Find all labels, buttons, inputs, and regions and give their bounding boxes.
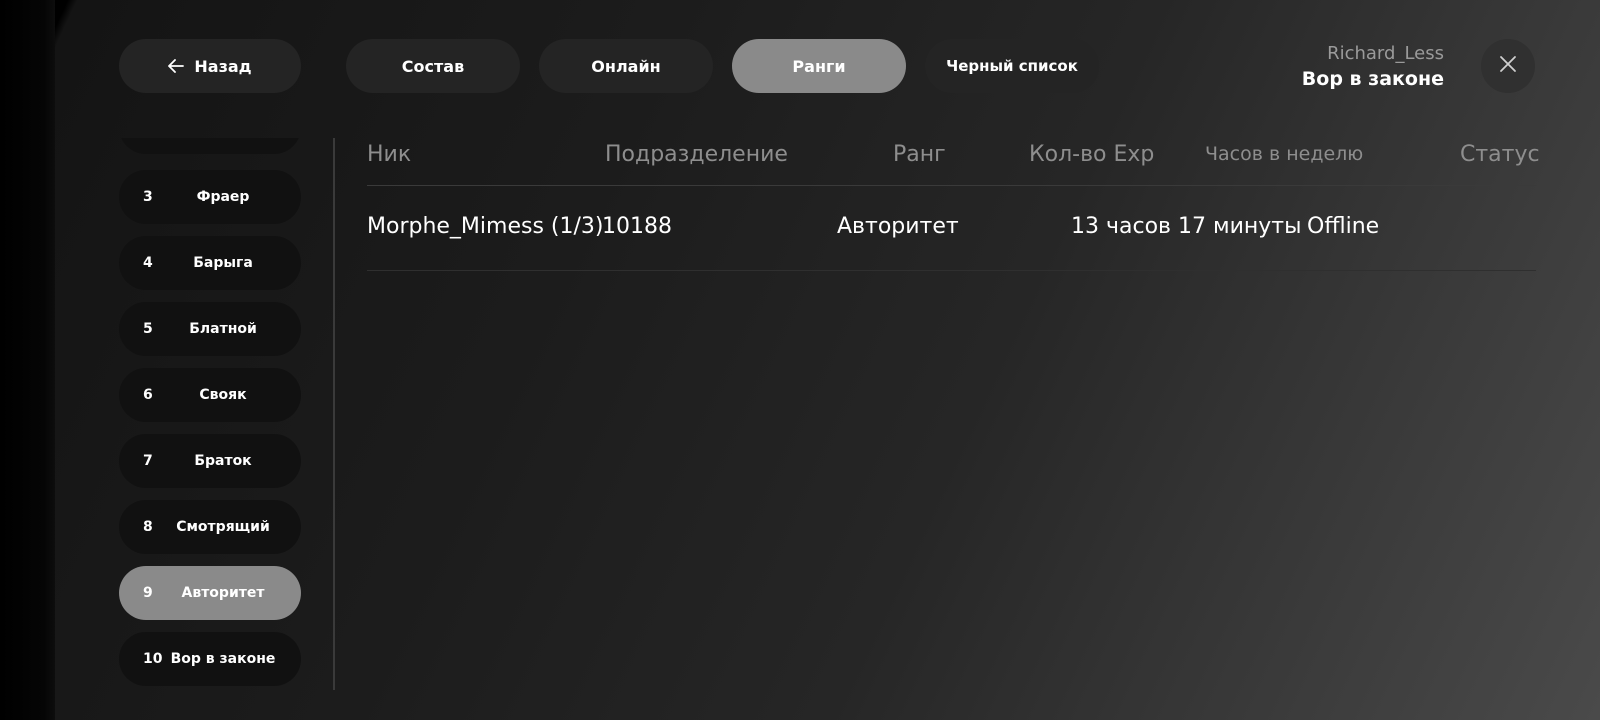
rank-label: Браток bbox=[194, 453, 252, 469]
rank-label: Барыга bbox=[193, 255, 253, 271]
close-button[interactable] bbox=[1481, 39, 1535, 93]
column-header-hours: Часов в неделю bbox=[1205, 143, 1364, 165]
rank-list[interactable]: 3 Фраер 4 Барыга 5 Блатной 6 Свояк 7 Бра… bbox=[119, 138, 301, 690]
rank-label: Смотрящий bbox=[176, 519, 270, 535]
arrow-left-icon bbox=[168, 59, 185, 73]
rank-item-svoyak[interactable]: 6 Свояк bbox=[119, 368, 301, 422]
rank-label: Свояк bbox=[199, 387, 247, 403]
rank-number: 10 bbox=[143, 651, 163, 667]
cell-status: Offline bbox=[1307, 214, 1380, 239]
tab-online[interactable]: Онлайн bbox=[539, 39, 713, 93]
rank-item-smotryashchiy[interactable]: 8 Смотрящий bbox=[119, 500, 301, 554]
rank-number: 4 bbox=[143, 255, 153, 271]
rank-number: 3 bbox=[143, 189, 153, 205]
rank-item-avtoritet[interactable]: 9 Авторитет bbox=[119, 566, 301, 620]
rank-label: Авторитет bbox=[181, 585, 265, 601]
tab-blacklist[interactable]: Черный список bbox=[925, 39, 1099, 93]
cell-hours: 13 часов 17 минуты bbox=[1071, 214, 1302, 239]
members-table: Ник Подразделение Ранг Кол-во Exp Часов … bbox=[367, 138, 1540, 271]
cell-rank: Авторитет bbox=[837, 214, 959, 239]
column-header-rank: Ранг bbox=[893, 142, 946, 167]
column-header-exp: Кол-во Exp bbox=[1029, 142, 1155, 167]
rank-item-bratok[interactable]: 7 Браток bbox=[119, 434, 301, 488]
rank-item-baryga[interactable]: 4 Барыга bbox=[119, 236, 301, 290]
rank-item-fraer[interactable]: 3 Фраер bbox=[119, 170, 301, 224]
table-header: Ник Подразделение Ранг Кол-во Exp Часов … bbox=[367, 138, 1540, 186]
cell-division: 10188 bbox=[602, 214, 672, 239]
sidebar-divider bbox=[333, 138, 335, 690]
user-info: Richard_Less Вор в законе bbox=[1302, 42, 1444, 92]
left-edge bbox=[0, 0, 55, 720]
column-header-status: Статус bbox=[1460, 142, 1540, 167]
table-row[interactable]: Morphe_Mimess (1/3) 10188 Авторитет 13 ч… bbox=[367, 186, 1536, 271]
rank-label: Фраер bbox=[196, 189, 250, 205]
rank-label: Вор в законе bbox=[170, 651, 276, 667]
back-button[interactable]: Назад bbox=[119, 39, 301, 93]
user-rank: Вор в законе bbox=[1301, 68, 1444, 90]
tab-sostav[interactable]: Состав bbox=[346, 39, 520, 93]
close-icon bbox=[1499, 55, 1517, 77]
user-name: Richard_Less bbox=[1327, 43, 1444, 64]
rank-number: 5 bbox=[143, 321, 153, 337]
rank-number: 6 bbox=[143, 387, 153, 403]
cell-nick: Morphe_Mimess (1/3) bbox=[367, 214, 604, 239]
rank-label: Блатной bbox=[189, 321, 257, 337]
back-button-label: Назад bbox=[194, 56, 252, 76]
rank-number: 8 bbox=[143, 519, 153, 535]
column-header-division: Подразделение bbox=[605, 142, 788, 167]
column-header-nick: Ник bbox=[367, 142, 412, 167]
rank-item-vor-v-zakone[interactable]: 10 Вор в законе bbox=[119, 632, 301, 686]
rank-number: 9 bbox=[143, 585, 153, 601]
ranks-screen: Назад Состав Онлайн Ранги Черный список … bbox=[0, 0, 1600, 720]
rank-number: 7 bbox=[143, 453, 153, 469]
rank-item[interactable] bbox=[119, 138, 301, 154]
rank-item-blatnoy[interactable]: 5 Блатной bbox=[119, 302, 301, 356]
tab-ranks[interactable]: Ранги bbox=[732, 39, 906, 93]
